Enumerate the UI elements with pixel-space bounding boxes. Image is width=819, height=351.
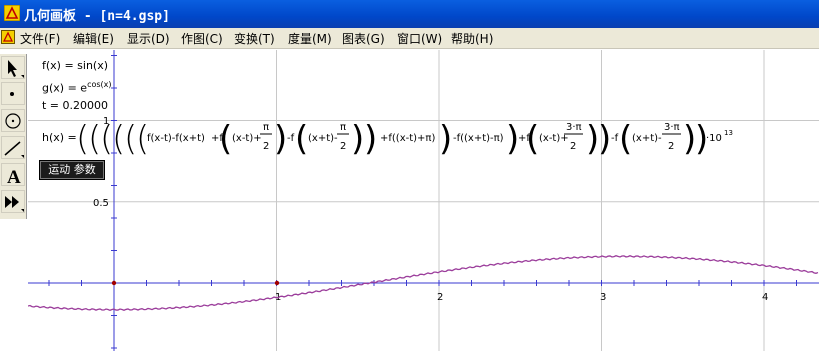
- x-tick-label-3: 3: [600, 292, 606, 303]
- selection-arrow-tool[interactable]: [1, 56, 25, 79]
- paren: (: [295, 119, 308, 159]
- g-base-text: g(x) = e: [42, 81, 88, 95]
- paren: ): [364, 119, 377, 159]
- double-arrow-icon: [5, 196, 24, 212]
- text-tool[interactable]: A: [1, 163, 25, 187]
- grid-lines: [28, 50, 819, 351]
- text-a-icon: A: [7, 167, 21, 187]
- h-minus-f-6: -f: [611, 133, 619, 144]
- menu-item-7[interactable]: 窗口(W): [397, 30, 442, 47]
- h-two-6: 2: [668, 141, 674, 152]
- svg-text:A: A: [7, 167, 21, 187]
- paren: ): [598, 119, 611, 159]
- paren: (: [526, 119, 539, 159]
- origin-point[interactable]: [111, 280, 117, 286]
- paren: (: [619, 119, 632, 159]
- h-xt-minus-2: (x+t)-: [308, 133, 338, 144]
- outer-parens-left: ((((( (: [76, 119, 149, 159]
- function-h-expression[interactable]: h(x) = ((((( ( f(x-t)-f(x+t) +f ( (x-t)+…: [42, 117, 762, 159]
- menu-item-8[interactable]: 帮助(H): [451, 30, 493, 47]
- paren: ): [439, 119, 452, 159]
- h-3pi-5: 3·π: [566, 122, 582, 133]
- menu-item-2[interactable]: 显示(D): [127, 30, 170, 47]
- h-xt-plus-5: (x-t)+: [539, 133, 569, 144]
- h-minus-f-2: -f: [287, 133, 295, 144]
- h-scale-factor: ·10: [706, 133, 722, 144]
- x-tick-label-4: 4: [762, 292, 768, 303]
- menu-item-0[interactable]: 文件(F): [20, 30, 60, 47]
- h-pi-2: π: [340, 122, 346, 133]
- h-scale-exponent: 13: [724, 129, 733, 137]
- tool-box: A: [0, 54, 27, 219]
- coordinate-axes: [28, 50, 819, 351]
- unit-point[interactable]: [274, 280, 280, 286]
- h-pi-1: π: [263, 122, 269, 133]
- line-icon: [4, 141, 24, 158]
- paren: (: [219, 119, 232, 159]
- sketchpad-app-icon: [4, 5, 20, 21]
- h-term-1: f(x-t)-f(x+t): [147, 133, 205, 144]
- title-bar: 几何画板 - [n=4.gsp]: [0, 0, 819, 28]
- sketch-canvas[interactable]: 1 2 3 4 1 0.5: [28, 50, 819, 351]
- compass-tool[interactable]: [1, 109, 25, 132]
- paren: ): [274, 119, 287, 159]
- paren: ): [351, 119, 364, 159]
- y-tick-label-0.5: 0.5: [93, 198, 109, 209]
- h-term-4: -f((x+t)-π): [453, 133, 504, 144]
- menu-item-1[interactable]: 编辑(E): [73, 30, 114, 47]
- point-icon: [10, 92, 14, 96]
- window-title: 几何画板 - [n=4.gsp]: [24, 9, 170, 24]
- h-prefix: h(x) =: [42, 131, 77, 144]
- menu-item-4[interactable]: 变换(T): [234, 30, 275, 47]
- h-xt-plus-1: (x-t)+: [232, 133, 262, 144]
- function-g-label[interactable]: g(x) = ecos(x): [42, 80, 112, 95]
- document-icon[interactable]: [1, 30, 15, 44]
- h-two-1: 2: [263, 141, 269, 152]
- x-tick-label-2: 2: [437, 292, 443, 303]
- circle-icon: [5, 113, 21, 129]
- menu-bar: 文件(F) 编辑(E) 显示(D) 作图(C) 变换(T) 度量(M) 图表(G) 窗口(W)…: [0, 28, 819, 49]
- straightedge-tool[interactable]: [1, 136, 25, 159]
- g-exponent-text: cos(x): [87, 80, 112, 89]
- h-term-3: +f((x-t)+π): [380, 133, 435, 144]
- menu-item-3[interactable]: 作图(C): [181, 30, 223, 47]
- arrow-icon: [8, 60, 24, 78]
- h-xt-minus-6: (x+t)-: [632, 133, 662, 144]
- h-two-5: 2: [570, 141, 576, 152]
- function-f-label[interactable]: f(x) = sin(x): [42, 59, 108, 72]
- h-two-2: 2: [340, 141, 346, 152]
- h-3pi-6: 3·π: [664, 122, 680, 133]
- custom-tool[interactable]: [1, 190, 25, 213]
- point-tool[interactable]: [1, 82, 25, 105]
- menu-item-6[interactable]: 图表(G): [342, 30, 385, 47]
- animate-parameter-button[interactable]: 运动 参数: [39, 160, 105, 180]
- menu-item-5[interactable]: 度量(M): [288, 30, 332, 47]
- parameter-t-label[interactable]: t = 0.20000: [42, 99, 108, 112]
